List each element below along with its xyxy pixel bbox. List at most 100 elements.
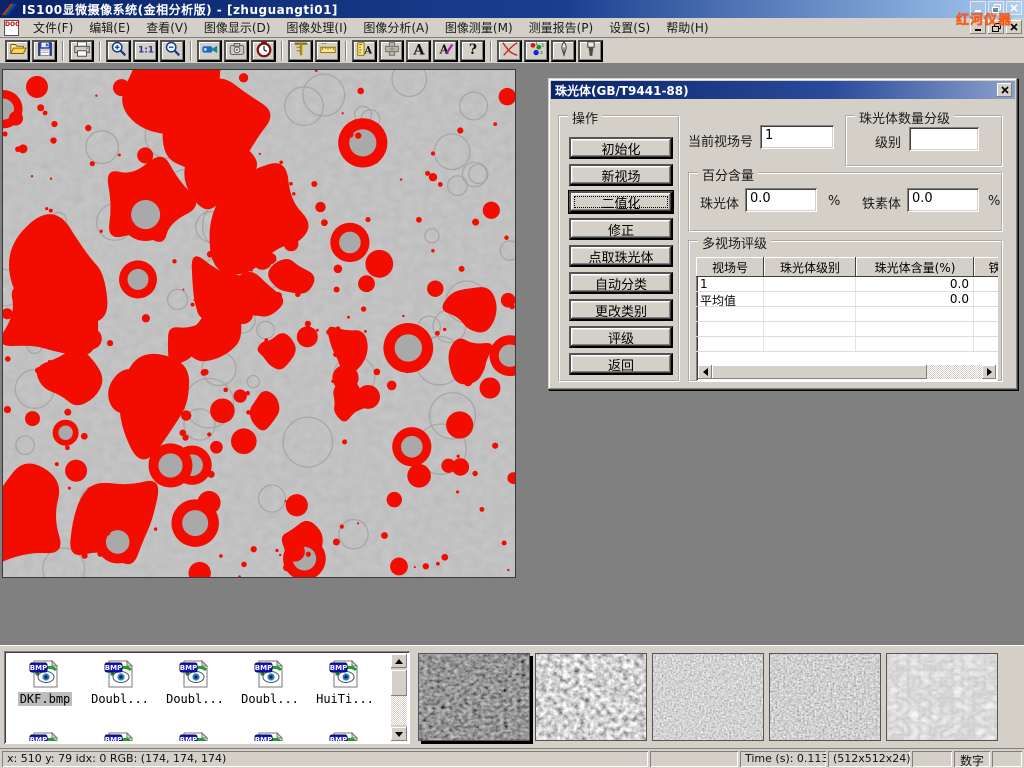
- pick-pearlite-button[interactable]: 点取珠光体: [569, 245, 673, 267]
- scrollbar-thumb[interactable]: [391, 670, 407, 696]
- init-button[interactable]: 初始化: [569, 137, 673, 159]
- svg-text:BMP: BMP: [255, 736, 272, 741]
- file-item[interactable]: BMP Doubl...: [84, 658, 156, 706]
- toolbar-grid-tool-button[interactable]: [379, 40, 404, 62]
- scroll-up-icon[interactable]: [391, 654, 407, 668]
- toolbar-fill-brush-button[interactable]: [578, 40, 603, 62]
- file-name[interactable]: Doubl...: [164, 692, 226, 706]
- thumbnail-2[interactable]: [535, 653, 647, 741]
- auto-classify-button[interactable]: 自动分类: [569, 272, 673, 294]
- menu-edit[interactable]: 编辑(E): [81, 17, 138, 38]
- file-item[interactable]: BMP DKF.bmp: [9, 658, 81, 706]
- status-cursor-position: x: 510 y: 79 idx: 0 RGB: (174, 174, 174): [2, 751, 648, 767]
- menu-image-measure[interactable]: 图像测量(M): [437, 17, 521, 38]
- toolbar-text-a-button[interactable]: A: [406, 40, 431, 62]
- bmp-file-icon[interactable]: BMP: [178, 658, 212, 690]
- file-item[interactable]: BMP: [234, 730, 306, 741]
- toolbar-draw-pen-button[interactable]: [551, 40, 576, 62]
- bmp-file-icon[interactable]: BMP: [103, 658, 137, 690]
- table-row[interactable]: 平均值 0.0: [696, 292, 998, 307]
- toolbar-annotate-button[interactable]: A: [433, 40, 458, 62]
- toolbar-curve-tool-button[interactable]: [497, 40, 522, 62]
- open-folder-icon: [9, 40, 27, 61]
- toolbar-help-button[interactable]: ?: [460, 40, 485, 62]
- toolbar-open-folder-button[interactable]: [5, 40, 30, 62]
- bmp-file-icon[interactable]: BMP: [28, 658, 62, 690]
- dialog-close-icon[interactable]: [997, 83, 1012, 97]
- svg-text:BMP: BMP: [105, 664, 122, 672]
- thumbnail-1[interactable]: [418, 653, 530, 741]
- scroll-down-icon[interactable]: [391, 727, 407, 741]
- file-name[interactable]: Doubl...: [89, 692, 151, 706]
- bmp-file-icon[interactable]: BMP: [253, 658, 287, 690]
- change-class-button[interactable]: 更改类别: [569, 299, 673, 321]
- return-button[interactable]: 返回: [569, 353, 673, 375]
- status-empty-1: [650, 751, 738, 767]
- new-field-button[interactable]: 新视场: [569, 164, 673, 186]
- toolbar-timer-button[interactable]: [251, 40, 276, 62]
- toolbar-phase-dots-button[interactable]: 123: [524, 40, 549, 62]
- file-browser[interactable]: BMP DKF.bmp BMP Doubl... BMP Doubl... BM…: [4, 651, 410, 744]
- menu-image-process[interactable]: 图像处理(I): [278, 17, 355, 38]
- file-item[interactable]: BMP HuiTi...: [309, 658, 381, 706]
- pearlite-percent-input[interactable]: 0.0: [745, 188, 817, 212]
- menu-settings[interactable]: 设置(S): [601, 17, 658, 38]
- current-field-input[interactable]: 1: [760, 125, 834, 149]
- menu-file[interactable]: 文件(F): [25, 17, 81, 38]
- svg-text:BMP: BMP: [180, 664, 197, 672]
- scroll-left-icon[interactable]: [698, 365, 712, 379]
- toolbar-measure-text-button[interactable]: A: [352, 40, 377, 62]
- file-item[interactable]: BMP Doubl...: [159, 658, 231, 706]
- toolbar-save-button[interactable]: [32, 40, 57, 62]
- col-pearlite-grade[interactable]: 珠光体级别: [764, 257, 856, 277]
- toolbar-actual-size-button[interactable]: 1:1: [133, 40, 158, 62]
- help-icon: ?: [464, 40, 482, 61]
- rate-button[interactable]: 评级: [569, 326, 673, 348]
- binarize-button[interactable]: 二值化: [569, 191, 673, 213]
- fill-brush-icon: [582, 40, 600, 61]
- correct-button[interactable]: 修正: [569, 218, 673, 240]
- toolbar-print-button[interactable]: [69, 40, 94, 62]
- timer-icon: [255, 40, 273, 61]
- file-list-vscrollbar[interactable]: [391, 654, 407, 741]
- table-row[interactable]: 1 0.0: [696, 277, 998, 292]
- scroll-right-icon[interactable]: [982, 365, 996, 379]
- ferrite-percent-input[interactable]: 0.0: [907, 188, 979, 212]
- col-field-no[interactable]: 视场号: [696, 257, 764, 277]
- curve-tool-icon: [501, 40, 519, 61]
- file-item[interactable]: BMP: [159, 730, 231, 741]
- file-item[interactable]: BMP Doubl...: [234, 658, 306, 706]
- menu-image-display[interactable]: 图像显示(D): [196, 17, 279, 38]
- thumbnail-5[interactable]: [886, 653, 998, 741]
- file-item[interactable]: BMP: [309, 730, 381, 741]
- toolbar-zoom-in-button[interactable]: [106, 40, 131, 62]
- menu-report[interactable]: 测量报告(P): [521, 17, 602, 38]
- micrograph-image[interactable]: [2, 69, 516, 578]
- grid-tool-icon: [383, 40, 401, 61]
- dialog-title-bar[interactable]: 珠光体(GB/T9441-88): [551, 81, 1015, 99]
- thumbnail-3[interactable]: [652, 653, 764, 741]
- file-name[interactable]: HuiTi...: [314, 692, 376, 706]
- toolbar-capture-camera-button[interactable]: [224, 40, 249, 62]
- bmp-file-icon[interactable]: BMP: [328, 658, 362, 690]
- toolbar-caliper-button[interactable]: [288, 40, 313, 62]
- menu-view[interactable]: 查看(V): [138, 17, 196, 38]
- toolbar-zoom-out-button[interactable]: [160, 40, 185, 62]
- rating-table[interactable]: 视场号 珠光体级别 珠光体含量(%) 铁素体含量(%) 1 0.0 平均值 0.…: [696, 257, 998, 381]
- col-pearlite-pct[interactable]: 珠光体含量(%): [856, 257, 974, 277]
- col-ferrite-pct[interactable]: 铁素体含量(%): [974, 257, 998, 277]
- file-name[interactable]: Doubl...: [239, 692, 301, 706]
- toolbar-ruler-button[interactable]: [315, 40, 340, 62]
- menu-help[interactable]: 帮助(H): [658, 17, 716, 38]
- file-item[interactable]: BMP: [9, 730, 81, 741]
- annotate-icon: A: [437, 40, 455, 61]
- scrollbar-thumb[interactable]: [712, 365, 927, 379]
- grade-input[interactable]: [909, 127, 979, 151]
- menu-image-analysis[interactable]: 图像分析(A): [355, 17, 437, 38]
- file-item[interactable]: BMP: [84, 730, 156, 741]
- table-hscrollbar[interactable]: [698, 365, 996, 379]
- thumbnail-4[interactable]: [769, 653, 881, 741]
- document-icon[interactable]: DOC: [4, 20, 19, 36]
- file-name[interactable]: DKF.bmp: [18, 692, 73, 706]
- toolbar-video-camera-button[interactable]: [197, 40, 222, 62]
